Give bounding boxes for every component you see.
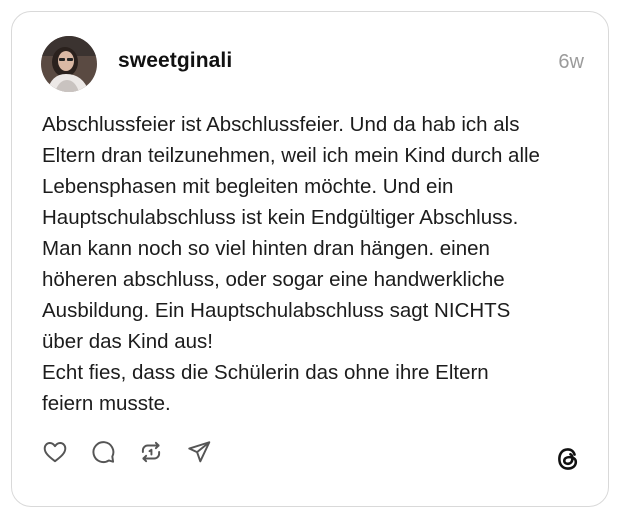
avatar[interactable]	[41, 36, 97, 92]
comment-icon	[92, 441, 115, 464]
post-text-line: Lebensphasen mit begleiten möchte. Und e…	[42, 175, 454, 198]
post-text-line: Echt fies, dass die Schülerin das ohne i…	[42, 361, 489, 384]
repost-button[interactable]	[136, 437, 166, 467]
post-timestamp: 6w	[558, 51, 584, 73]
post-text-line: höheren abschluss, oder sogar eine handw…	[42, 268, 505, 291]
like-button[interactable]	[40, 437, 70, 467]
post-text-line: über das Kind aus!	[42, 330, 213, 353]
post-text-line: feiern musste.	[42, 392, 171, 415]
comment-button[interactable]	[88, 437, 118, 467]
heart-icon	[43, 442, 67, 463]
post-text: Abschlussfeier ist Abschlussfeier. Und d…	[42, 109, 590, 419]
repost-icon	[141, 441, 161, 463]
share-button[interactable]	[184, 437, 214, 467]
username[interactable]: sweetginali	[118, 49, 232, 73]
send-icon	[188, 441, 211, 463]
post-text-line: Hauptschulabschluss ist kein Endgültiger…	[42, 206, 519, 229]
post-actions	[40, 437, 232, 467]
post-text-line: Ausbildung. Ein Hauptschulabschluss sagt…	[42, 299, 511, 322]
post-card: sweetginali 6w Abschlussfeier ist Abschl…	[11, 11, 609, 507]
post-text-line: Eltern dran teilzunehmen, weil ich mein …	[42, 144, 540, 167]
post-text-line: Abschlussfeier ist Abschlussfeier. Und d…	[42, 113, 520, 136]
threads-logo-icon	[554, 445, 582, 473]
post-text-line: Man kann noch so viel hinten dran hängen…	[42, 237, 490, 260]
